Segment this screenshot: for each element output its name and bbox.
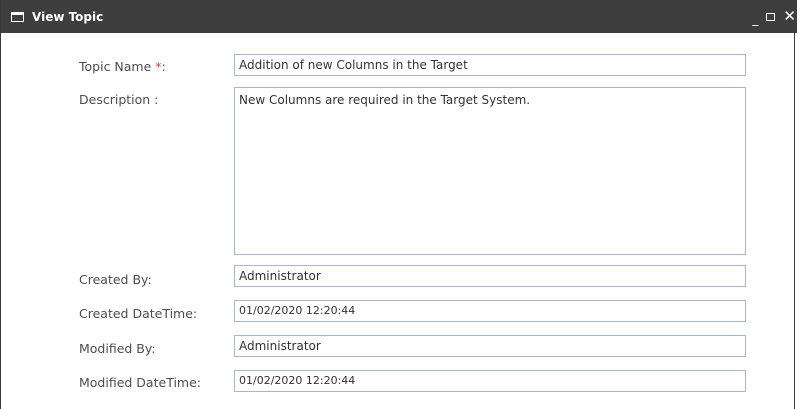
maximize-button[interactable] — [766, 12, 776, 21]
modified-by-label: Modified By: — [79, 341, 156, 356]
created-by-label: Created By: — [79, 272, 152, 287]
topic-name-field[interactable]: Addition of new Columns in the Target — [234, 54, 746, 76]
window-icon — [11, 11, 24, 22]
view-topic-dialog: View Topic _ ✕ Topic Name *: Addition of… — [0, 0, 797, 409]
topic-name-label-text: Topic Name — [79, 59, 156, 74]
dialog-titlebar[interactable]: View Topic _ ✕ — [1, 0, 797, 33]
created-by-field[interactable]: Administrator — [234, 265, 746, 287]
description-field[interactable]: New Columns are required in the Target S… — [234, 87, 746, 255]
dialog-title: View Topic — [32, 9, 104, 24]
topic-name-label: Topic Name *: — [79, 59, 166, 74]
modified-datetime-label: Modified DateTime: — [79, 375, 201, 390]
modified-by-field[interactable]: Administrator — [234, 335, 746, 357]
description-label: Description : — [79, 92, 159, 107]
close-button[interactable]: ✕ — [783, 9, 796, 24]
modified-datetime-field[interactable]: 01/02/2020 12:20:44 — [234, 370, 746, 392]
minimize-button[interactable]: _ — [752, 13, 758, 25]
created-datetime-label: Created DateTime: — [79, 306, 198, 321]
created-datetime-field[interactable]: 01/02/2020 12:20:44 — [234, 300, 746, 322]
topic-name-label-colon: : — [161, 59, 166, 74]
